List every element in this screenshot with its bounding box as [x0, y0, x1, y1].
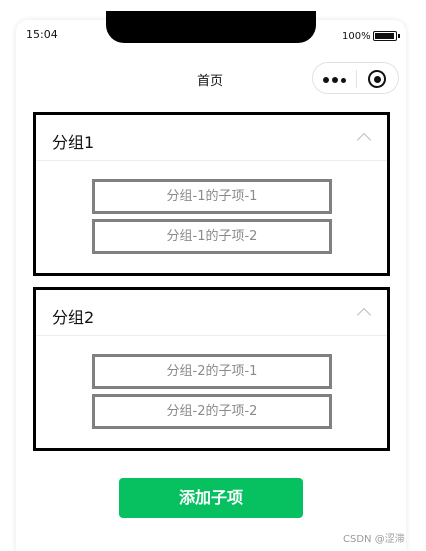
list-item[interactable]: 分组-2的子项-2 [92, 394, 332, 429]
camera-notch [106, 11, 316, 43]
mini-program-capsule [312, 62, 399, 94]
group-title: 分组2 [52, 308, 95, 327]
group-header-2[interactable]: 分组2 [36, 290, 387, 336]
list-item[interactable]: 分组-1的子项-1 [92, 179, 332, 214]
chevron-up-icon[interactable] [356, 307, 372, 323]
capsule-divider [356, 70, 357, 88]
add-child-button[interactable]: 添加子项 [119, 478, 303, 518]
more-dots-icon[interactable] [323, 77, 349, 83]
status-time: 15:04 [26, 28, 58, 41]
group-title: 分组1 [52, 133, 95, 152]
list-item[interactable]: 分组-1的子项-2 [92, 219, 332, 254]
list-item[interactable]: 分组-2的子项-1 [92, 354, 332, 389]
target-icon[interactable] [368, 70, 386, 88]
collapse-group-1: 分组1 分组-1的子项-1 分组-1的子项-2 [33, 112, 390, 276]
group-header-1[interactable]: 分组1 [36, 115, 387, 161]
battery-fill [375, 33, 394, 39]
battery-icon [373, 31, 400, 41]
battery-percent: 100% [342, 31, 371, 42]
page-title: 首页 [196, 74, 223, 89]
collapse-group-2: 分组2 分组-2的子项-1 分组-2的子项-2 [33, 287, 390, 451]
chevron-up-icon[interactable] [356, 132, 372, 148]
watermark: CSDN @涩滞 [343, 534, 405, 545]
phone-frame [16, 20, 406, 551]
